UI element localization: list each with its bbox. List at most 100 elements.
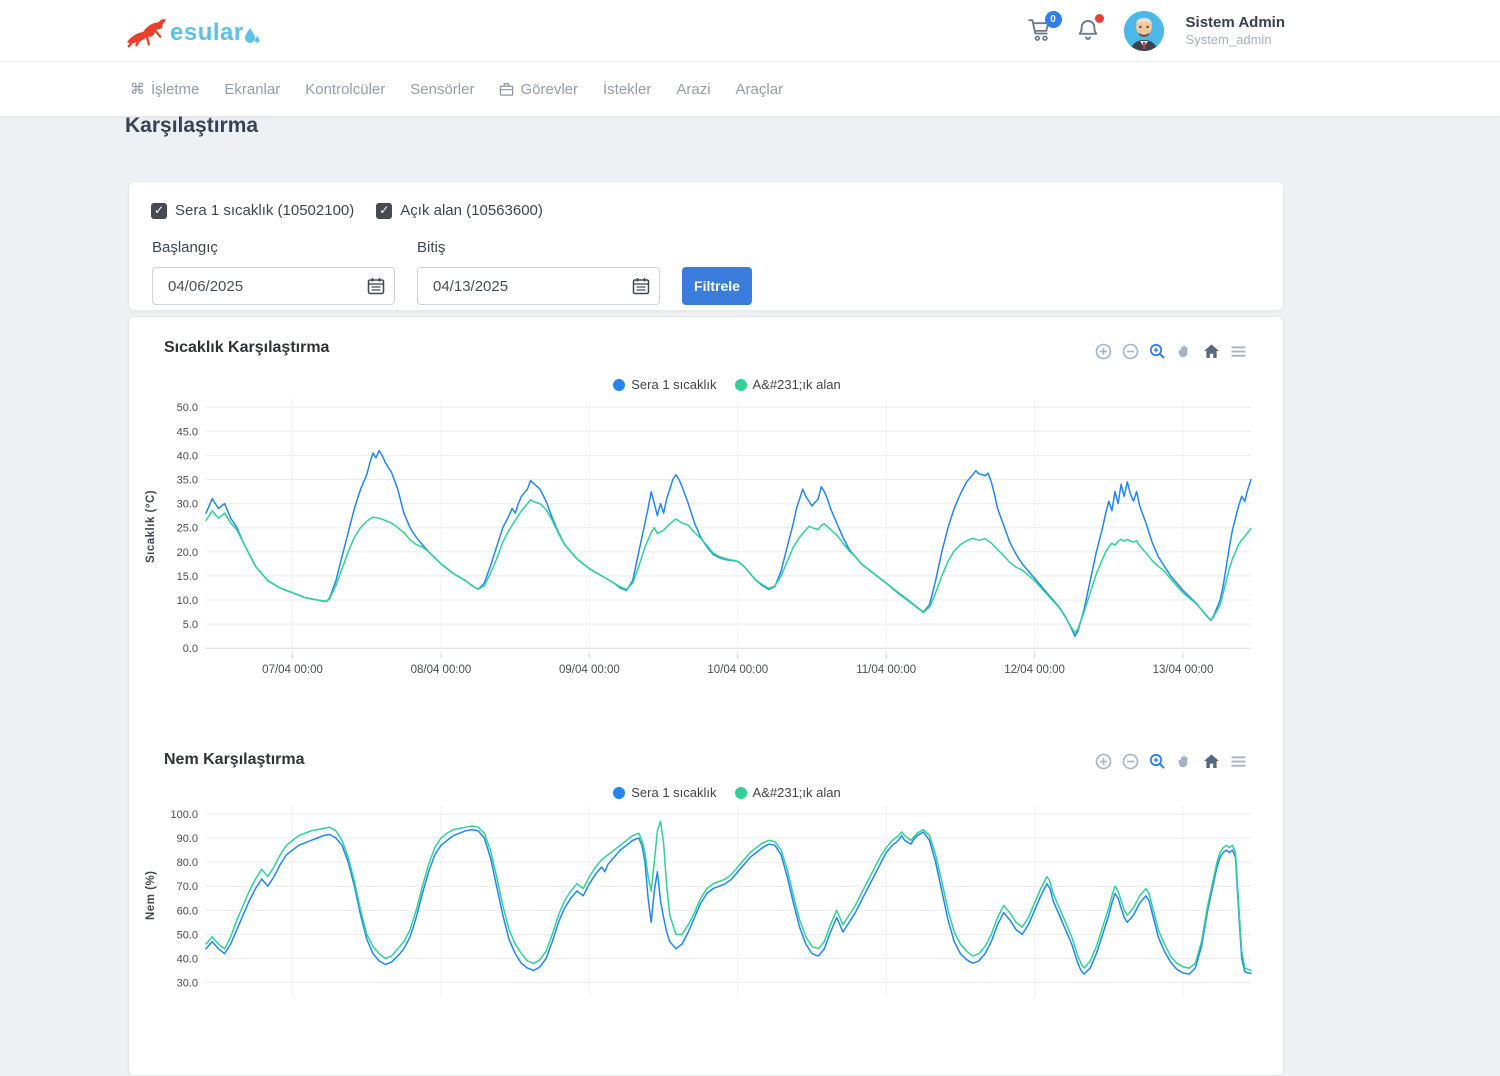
nav-item-istekler[interactable]: İstekler: [603, 81, 651, 98]
page-title: Karşılaştırma: [125, 114, 258, 138]
sensor-checkbox-sera1[interactable]: Sera 1 sıcaklık (10502100): [151, 202, 354, 219]
legend-dot-icon: [613, 787, 625, 799]
logo-drops-icon: [244, 26, 260, 48]
y-tick-label: 45.0: [177, 426, 198, 438]
zoom-in-icon[interactable]: [1095, 343, 1112, 360]
zoom-select-icon[interactable]: [1149, 343, 1166, 360]
y-tick-label: 80.0: [177, 857, 198, 869]
y-tick-label: 30.0: [177, 499, 198, 511]
y-tick-label: 25.0: [177, 523, 198, 535]
y-tick-label: 40.0: [177, 450, 198, 462]
user-menu[interactable]: Sistem Admin System_admin: [1186, 14, 1285, 49]
sensor-checkbox-row: Sera 1 sıcaklık (10502100) Açık alan (10…: [151, 202, 543, 219]
zoom-select-icon[interactable]: [1149, 753, 1166, 770]
y-tick-label: 60.0: [177, 905, 198, 917]
y-tick-label: 50.0: [177, 929, 198, 941]
series-line: [206, 451, 1251, 637]
nav-item-sensorler[interactable]: Sensörler: [410, 81, 474, 98]
nav-item-arazi[interactable]: Arazi: [676, 81, 710, 98]
briefcase-icon: [499, 82, 514, 97]
chart-modebar: [1095, 343, 1247, 360]
chart-legend: Sera 1 sıcaklık A&#231;ık alan: [150, 785, 1304, 800]
humidity-chart[interactable]: 30.040.050.060.070.080.090.0100.0: [151, 806, 1253, 1032]
y-tick-label: 30.0: [177, 978, 198, 990]
user-handle: System_admin: [1186, 32, 1285, 48]
notifications-button[interactable]: [1076, 18, 1102, 44]
legend-label: Sera 1 sıcaklık: [631, 377, 716, 392]
zoom-out-icon[interactable]: [1122, 343, 1139, 360]
chart-canvas: 30.040.050.060.070.080.090.0100.0: [151, 806, 1253, 1027]
y-tick-label: 40.0: [177, 953, 198, 965]
legend-dot-icon: [735, 787, 747, 799]
zoom-out-icon[interactable]: [1122, 753, 1139, 770]
legend-item[interactable]: A&#231;ık alan: [735, 785, 841, 800]
zoom-in-icon[interactable]: [1095, 753, 1112, 770]
logo-text: esular: [170, 18, 244, 48]
nav-label: Araçlar: [736, 81, 784, 98]
legend-dot-icon: [613, 379, 625, 391]
y-tick-label: 15.0: [177, 571, 198, 583]
nav-item-isletme[interactable]: ⌘ İşletme: [130, 80, 199, 98]
charts-panel: Sıcaklık Karşılaştırma Sera 1 sıcaklık A&…: [128, 316, 1284, 1076]
start-date-label: Başlangıç: [152, 239, 218, 256]
nav-label: İstekler: [603, 81, 651, 98]
filter-panel: Sera 1 sıcaklık (10502100) Açık alan (10…: [128, 181, 1284, 311]
x-tick-label: 08/04 00:00: [411, 664, 472, 676]
nav-item-araclar[interactable]: Araçlar: [736, 81, 784, 98]
chart-legend: Sera 1 sıcaklık A&#231;ık alan: [150, 377, 1304, 392]
legend-label: A&#231;ık alan: [753, 785, 841, 800]
menu-icon[interactable]: [1230, 753, 1247, 770]
x-tick-label: 09/04 00:00: [559, 664, 620, 676]
series-line: [206, 821, 1251, 970]
checkbox-checked-icon: [376, 203, 392, 219]
nav-item-ekranlar[interactable]: Ekranlar: [224, 81, 280, 98]
legend-item[interactable]: Sera 1 sıcaklık: [613, 785, 716, 800]
series-line: [206, 500, 1251, 633]
temperature-chart[interactable]: 07/04 00:00 08/04 00:00 09/04 00:00 10/04 0…: [151, 399, 1253, 689]
x-tick-label: 12/04 00:00: [1004, 664, 1065, 676]
menu-icon[interactable]: [1230, 343, 1247, 360]
cart-button[interactable]: 0: [1028, 18, 1054, 44]
start-date-input[interactable]: [152, 267, 395, 305]
logo-animal-icon: [124, 12, 168, 48]
y-tick-label: 35.0: [177, 475, 198, 487]
end-date-label: Bitiş: [417, 239, 445, 256]
nav-label: Kontrolcüler: [305, 81, 385, 98]
avatar-image: [1124, 11, 1164, 51]
x-tick-label: 10/04 00:00: [707, 664, 768, 676]
nav-label: Görevler: [520, 81, 578, 98]
avatar[interactable]: [1124, 11, 1164, 51]
nav-label: Sensörler: [410, 81, 474, 98]
chart-title-temperature: Sıcaklık Karşılaştırma: [164, 339, 329, 357]
y-tick-label: 90.0: [177, 833, 198, 845]
nav-item-kontrolculer[interactable]: Kontrolcüler: [305, 81, 385, 98]
home-icon[interactable]: [1203, 343, 1220, 360]
y-tick-label: 10.0: [177, 595, 198, 607]
app-header: esular 0: [0, 0, 1500, 62]
end-date-input[interactable]: [417, 267, 660, 305]
chart-title-humidity: Nem Karşılaştırma: [164, 751, 305, 769]
x-tick-label: 13/04 00:00: [1153, 664, 1214, 676]
nav-label: Arazi: [676, 81, 710, 98]
legend-dot-icon: [735, 379, 747, 391]
y-tick-label: 5.0: [183, 619, 198, 631]
sensor-checkbox-acikalan[interactable]: Açık alan (10563600): [376, 202, 543, 219]
nav-label: İşletme: [151, 81, 199, 98]
nav-item-gorevler[interactable]: Görevler: [499, 81, 578, 98]
app-logo[interactable]: esular: [124, 12, 260, 48]
home-icon[interactable]: [1203, 753, 1220, 770]
legend-item[interactable]: A&#231;ık alan: [735, 377, 841, 392]
y-tick-label: 20.0: [177, 547, 198, 559]
x-tick-label: 07/04 00:00: [262, 664, 323, 676]
filter-button[interactable]: Filtrele: [682, 267, 752, 305]
pan-icon[interactable]: [1176, 343, 1193, 360]
checkbox-checked-icon: [151, 203, 167, 219]
nav-label: Ekranlar: [224, 81, 280, 98]
checkbox-label: Sera 1 sıcaklık (10502100): [175, 202, 354, 219]
pan-icon[interactable]: [1176, 753, 1193, 770]
legend-item[interactable]: Sera 1 sıcaklık: [613, 377, 716, 392]
y-tick-label: 100.0: [170, 809, 198, 821]
notification-dot: [1095, 14, 1104, 23]
y-tick-label: 50.0: [177, 402, 198, 414]
main-nav: ⌘ İşletme Ekranlar Kontrolcüler Sensörle…: [0, 62, 1500, 116]
